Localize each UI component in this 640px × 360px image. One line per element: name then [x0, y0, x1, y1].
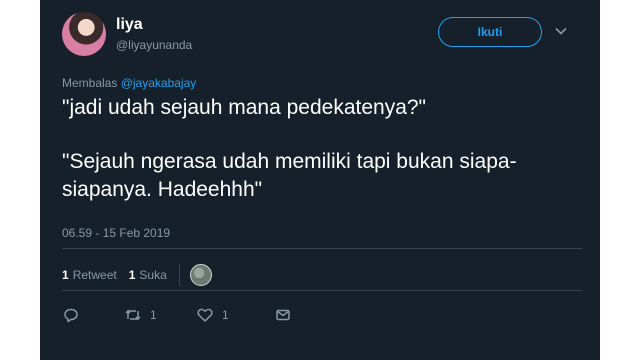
avatar[interactable]	[62, 12, 106, 56]
divider	[62, 248, 582, 249]
reply-mention-link[interactable]: @jayakabajay	[121, 76, 197, 90]
like-stat-count: 1	[128, 268, 136, 282]
retweet-stat[interactable]: 1 Retweet	[62, 268, 117, 282]
action-bar: 1 1	[62, 306, 292, 324]
like-count: 1	[222, 308, 229, 322]
divider	[62, 290, 582, 291]
retweet-stat-count: 1	[62, 268, 69, 282]
retweet-count: 1	[150, 308, 157, 322]
heart-icon	[197, 308, 213, 322]
tweet-text: "jadi udah sejauh mana pedekatenya?" "Se…	[62, 94, 582, 204]
chevron-down-icon[interactable]	[554, 24, 568, 38]
retweet-icon	[125, 309, 141, 321]
reply-button[interactable]	[62, 306, 124, 324]
retweet-stat-label: Retweet	[72, 268, 117, 282]
like-button[interactable]: 1	[196, 306, 274, 324]
vertical-divider	[178, 264, 180, 286]
tweet-line-1: "jadi udah sejauh mana pedekatenya?"	[62, 96, 427, 119]
tweet-line-2: "Sejauh ngerasa udah memiliki tapi bukan…	[62, 150, 517, 201]
timestamp[interactable]: 06.59 - 15 Feb 2019	[62, 226, 170, 240]
follow-button[interactable]: Ikuti	[438, 17, 542, 47]
like-stat-label: Suka	[139, 268, 167, 282]
reply-context: Membalas @jayakabajay	[62, 76, 196, 90]
tweet-card: liya @liyayunanda Ikuti Membalas @jayaka…	[40, 0, 600, 360]
reply-prefix: Membalas	[62, 76, 118, 90]
liker-avatar[interactable]	[189, 264, 212, 286]
display-name[interactable]: liya	[116, 16, 143, 34]
engagement-stats: 1 Retweet 1 Suka	[62, 264, 212, 286]
direct-message-button[interactable]	[274, 306, 292, 324]
retweet-button[interactable]: 1	[124, 306, 196, 324]
user-handle[interactable]: @liyayunanda	[116, 38, 192, 52]
like-stat[interactable]: 1 Suka	[129, 268, 167, 282]
envelope-icon	[276, 309, 290, 321]
speech-bubble-icon	[64, 308, 78, 323]
